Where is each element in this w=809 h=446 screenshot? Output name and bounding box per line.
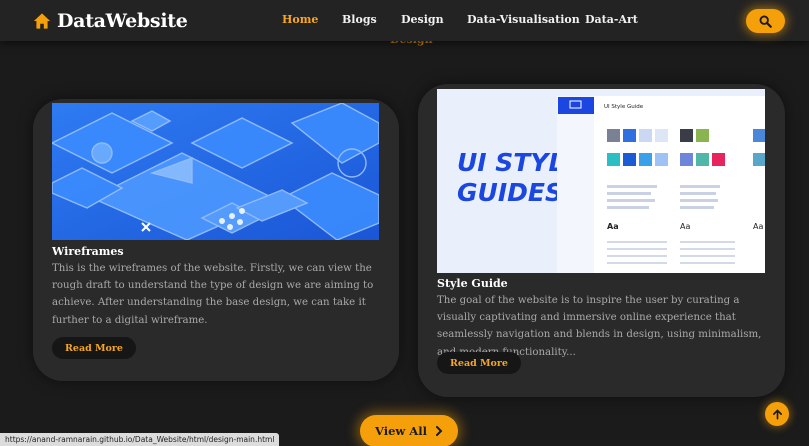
view-all-button[interactable]: View All	[360, 415, 458, 446]
nav-item-home[interactable]: Home	[282, 13, 318, 26]
card-wireframes: Wireframes This is the wireframes of the…	[33, 99, 399, 381]
style-guide-image: UI STYLE GUIDES UI Style Guide Aa Aa Aa	[437, 89, 765, 273]
card-description: The goal of the website is to inspire th…	[437, 295, 762, 358]
scroll-to-top-button[interactable]	[765, 402, 789, 426]
nav-item-design[interactable]: Design	[401, 13, 444, 26]
view-all-label: View All	[375, 424, 427, 438]
arrow-up-icon	[772, 408, 782, 419]
brand-logo[interactable]: DataWebsite	[33, 8, 188, 34]
nav-item-data-art[interactable]: Data-Art	[585, 13, 638, 26]
svg-text:Aa: Aa	[607, 222, 619, 231]
image-panel-title: UI Style Guide	[604, 104, 644, 110]
chevron-right-icon	[435, 426, 443, 436]
search-icon	[759, 15, 772, 28]
svg-text:Aa: Aa	[680, 222, 690, 231]
card-title: Wireframes	[52, 245, 124, 258]
home-icon	[33, 13, 51, 29]
card-description: This is the wireframes of the website. F…	[52, 263, 374, 326]
nav-item-data-visualisation[interactable]: Data-Visualisation	[467, 13, 580, 26]
svg-text:Aa: Aa	[753, 222, 763, 231]
card-style-guide: UI STYLE GUIDES UI Style Guide Aa Aa Aa …	[418, 84, 785, 397]
read-more-button[interactable]: Read More	[437, 352, 521, 374]
wireframes-image	[52, 103, 379, 240]
search-button[interactable]	[746, 9, 785, 33]
brand-name: DataWebsite	[57, 10, 188, 32]
nav-item-blogs[interactable]: Blogs	[342, 13, 377, 26]
navbar: DataWebsite Home Blogs Design Data-Visua…	[0, 0, 809, 41]
read-more-button[interactable]: Read More	[52, 337, 136, 359]
card-title: Style Guide	[437, 277, 508, 290]
image-headline-2: GUIDES	[457, 178, 563, 207]
status-bar-url: https://anand-ramnarain.github.io/Data_W…	[0, 433, 280, 446]
